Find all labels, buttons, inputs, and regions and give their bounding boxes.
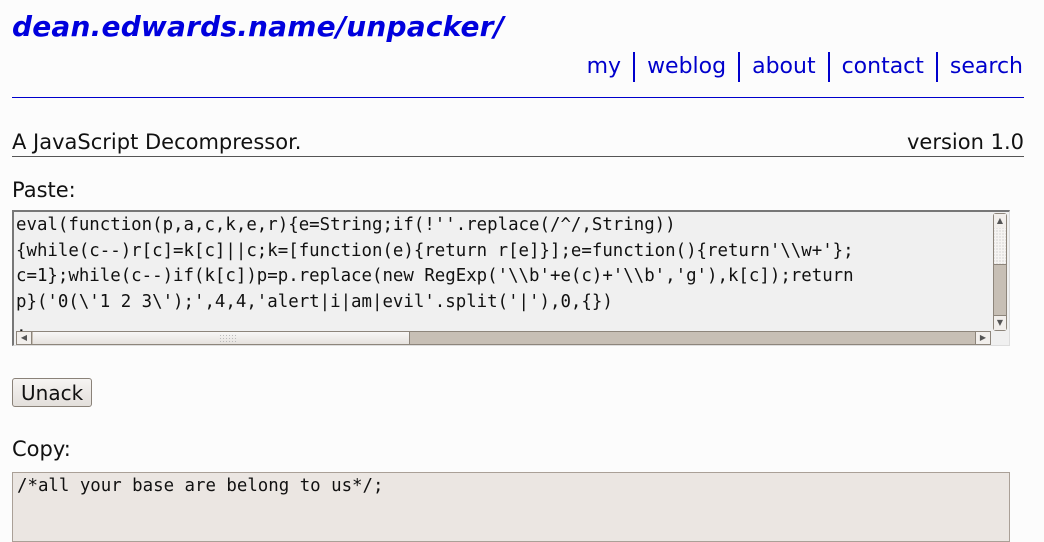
version-label: version 1.0 xyxy=(907,130,1024,154)
vertical-scrollbar[interactable]: ▲ ▼ xyxy=(993,213,1007,331)
unpack-button[interactable]: Unack xyxy=(12,378,93,407)
paste-textarea[interactable]: eval(function(p,a,c,k,e,r){e=String;if(!… xyxy=(12,210,1010,346)
nav-link-weblog[interactable]: weblog xyxy=(635,52,738,82)
nav-link-contact[interactable]: contact xyxy=(830,52,936,82)
copy-textarea[interactable]: /*all your base are belong to us*/; xyxy=(12,472,1010,542)
tagline-bar: A JavaScript Decompressor. version 1.0 xyxy=(12,128,1024,157)
paste-textarea-content[interactable]: eval(function(p,a,c,k,e,r){e=String;if(!… xyxy=(16,213,991,331)
horizontal-scrollbar[interactable]: ◀ ▶ xyxy=(16,331,991,345)
page-description: A JavaScript Decompressor. xyxy=(12,130,302,154)
top-nav: my weblog about contact search xyxy=(575,52,1023,82)
nav-link-search[interactable]: search xyxy=(938,52,1023,82)
paste-label: Paste: xyxy=(12,178,76,202)
vertical-scroll-thumb[interactable] xyxy=(994,228,1006,265)
site-title-link[interactable]: dean.edwards.name/unpacker/ xyxy=(12,10,504,43)
nav-link-my[interactable]: my xyxy=(575,52,633,82)
header-divider xyxy=(12,97,1024,98)
scroll-left-arrow-icon[interactable]: ◀ xyxy=(17,332,32,344)
scroll-right-arrow-icon[interactable]: ▶ xyxy=(975,332,990,344)
horizontal-scroll-thumb[interactable] xyxy=(33,332,410,344)
copy-label: Copy: xyxy=(12,437,71,461)
scroll-grip-icon xyxy=(219,334,237,342)
scroll-down-arrow-icon[interactable]: ▼ xyxy=(994,315,1006,330)
scroll-up-arrow-icon[interactable]: ▲ xyxy=(994,214,1006,229)
nav-link-about[interactable]: about xyxy=(740,52,827,82)
